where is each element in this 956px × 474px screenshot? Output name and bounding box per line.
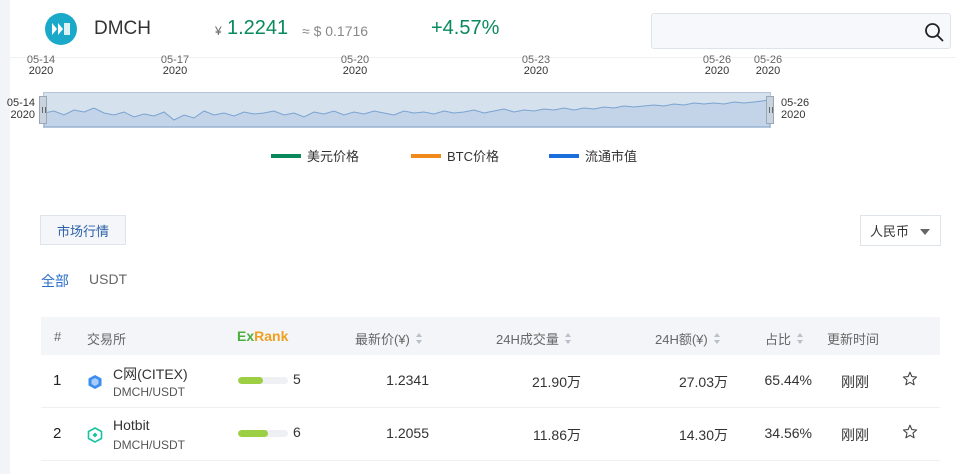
sort-arrows-icon[interactable] — [713, 332, 721, 345]
filter-usdt[interactable]: USDT — [89, 271, 127, 287]
col-amount-24h[interactable]: 24H额(¥) — [655, 329, 721, 348]
col-exchange: 交易所 — [87, 332, 127, 347]
navigator-start-date: 05-14 2020 — [6, 97, 35, 121]
trading-pair: DMCH/USDT — [113, 438, 185, 452]
col-index: # — [54, 329, 62, 344]
left-gutter — [0, 0, 10, 474]
range-navigator[interactable] — [43, 92, 771, 128]
col-exrank[interactable]: Ex Rank — [237, 328, 288, 344]
legend-market-cap[interactable]: 流通市值 — [549, 146, 637, 165]
exrank-value: 5 — [293, 371, 301, 387]
updated-time: 刚刚 — [841, 427, 869, 443]
hotbit-logo-icon — [87, 427, 103, 443]
last-price: 1.2341 — [386, 372, 429, 388]
volume-24h: 21.90万 — [531, 374, 581, 390]
price-usd-approx: ≈ $ 0.1716 — [302, 23, 369, 39]
table-row[interactable]: 1 C网(CITEX) DMCH/USDT 5 1.2341 21.90万 27… — [41, 355, 940, 408]
table-header: # 交易所 Ex Rank 最新价(¥) 24H成交量 24H额(¥) 占比 更新… — [41, 317, 940, 355]
coin-name: DMCH — [94, 18, 151, 39]
exrank-value: 6 — [293, 424, 301, 440]
share-percent: 34.56% — [764, 425, 812, 441]
navigator-right-handle[interactable] — [766, 96, 774, 124]
amount-24h: 14.30万 — [678, 427, 728, 443]
col-volume-24h[interactable]: 24H成交量 — [496, 329, 572, 348]
axis-date-label: 05-14 2020 — [26, 54, 56, 77]
legend-swatch — [549, 153, 579, 158]
col-last-price[interactable]: 最新价(¥) — [355, 329, 423, 348]
share-percent: 65.44% — [764, 372, 812, 388]
trading-pair: DMCH/USDT — [113, 385, 185, 399]
axis-date-label: 05-26 2020 — [702, 54, 732, 77]
navigator-left-handle[interactable] — [39, 96, 47, 124]
dmch-logo-icon — [45, 13, 77, 45]
row-index: 1 — [53, 372, 62, 389]
citex-logo-icon — [88, 375, 102, 389]
star-outline-icon[interactable] — [902, 424, 918, 440]
legend-swatch — [411, 153, 441, 158]
search-icon[interactable] — [924, 22, 944, 42]
tab-market[interactable]: 市场行情 — [40, 215, 126, 245]
axis-date-label: 05-23 2020 — [521, 54, 551, 77]
exrank-bar — [238, 430, 288, 437]
legend-btc-price[interactable]: BTC价格 — [411, 146, 499, 165]
legend-usd-price[interactable]: 美元价格 — [271, 146, 359, 165]
caret-down-icon — [920, 229, 930, 235]
sort-arrows-icon[interactable] — [415, 332, 423, 345]
filter-all[interactable]: 全部 — [41, 271, 69, 291]
sort-arrows-icon[interactable] — [797, 332, 804, 345]
exrank-bar — [238, 377, 288, 384]
axis-date-label: 05-20 2020 — [340, 54, 370, 77]
currency-select[interactable]: 人民币 — [860, 215, 941, 246]
axis-date-label: 05-17 2020 — [160, 54, 190, 77]
sort-arrows-icon[interactable] — [564, 332, 572, 345]
row-index: 2 — [53, 425, 62, 442]
price-cny: 1.2241 — [227, 17, 289, 39]
exchange-name[interactable]: C网(CITEX) — [113, 364, 188, 384]
last-price: 1.2055 — [386, 425, 429, 441]
exchange-name[interactable]: Hotbit — [113, 417, 150, 433]
cny-symbol: ¥ — [215, 24, 222, 38]
navigator-end-date: 05-26 2020 — [781, 97, 810, 121]
legend-swatch — [271, 153, 301, 158]
price-change: +4.57% — [431, 17, 500, 39]
col-updated: 更新时间 — [827, 332, 880, 347]
star-outline-icon[interactable] — [902, 371, 918, 387]
table-row[interactable]: 2 Hotbit DMCH/USDT 6 1.2055 11.86万 14.30… — [41, 408, 940, 461]
axis-date-label: 05-26 2020 — [753, 54, 783, 77]
updated-time: 刚刚 — [841, 374, 869, 390]
amount-24h: 27.03万 — [678, 374, 728, 390]
coin-header: DMCH ¥ 1.2241 ≈ $ 0.1716 +4.57% — [10, 0, 956, 58]
volume-24h: 11.86万 — [533, 427, 581, 443]
col-share[interactable]: 占比 — [765, 329, 804, 348]
search-input[interactable] — [651, 13, 951, 49]
